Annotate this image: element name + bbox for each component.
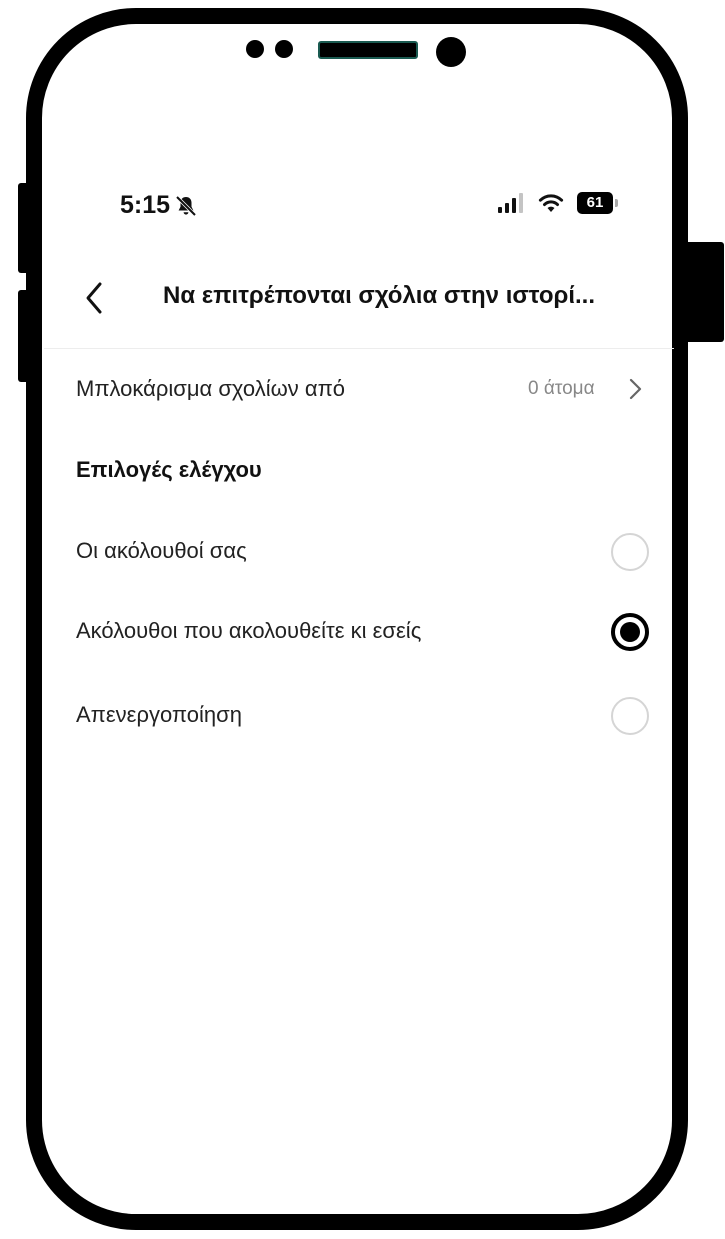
back-button[interactable]: [80, 280, 110, 316]
sensor-dot: [246, 40, 264, 58]
blocked-count-value: 0 άτομα: [528, 378, 595, 399]
chevron-right-icon: [629, 378, 642, 400]
cellular-signal-icon: [498, 193, 523, 213]
wifi-icon: [538, 194, 564, 212]
battery-level: 61: [577, 192, 613, 214]
block-comments-label: Μπλοκάρισμα σχολίων από: [76, 376, 346, 401]
sensor-dot: [275, 40, 293, 58]
option-mutual-followers[interactable]: Ακόλουθοι που ακολουθείτε κι εσείς: [44, 604, 664, 662]
speaker-grille: [318, 41, 418, 59]
battery-tip: [615, 199, 618, 207]
page-title: Να επιτρέπονται σχόλια στην ιστορί...: [163, 282, 595, 309]
bell-muted-icon: [175, 195, 197, 216]
radio-button-selected[interactable]: [611, 613, 649, 651]
option-label: Απενεργοποίηση: [76, 702, 242, 727]
option-label: Οι ακόλουθοί σας: [76, 538, 247, 563]
option-label: Ακόλουθοι που ακολουθείτε κι εσείς: [76, 618, 422, 643]
front-camera: [436, 37, 466, 67]
radio-button[interactable]: [611, 533, 649, 571]
power-button: [684, 242, 724, 342]
radio-button[interactable]: [611, 697, 649, 735]
battery-icon: 61: [577, 192, 618, 214]
header-divider: [44, 348, 674, 349]
chevron-left-icon: [86, 282, 102, 314]
option-followers[interactable]: Οι ακόλουθοί σας: [44, 524, 664, 582]
option-off[interactable]: Απενεργοποίηση: [44, 688, 664, 746]
block-comments-row[interactable]: Μπλοκάρισμα σχολίων από 0 άτομα: [44, 360, 664, 418]
time-label: 5:15: [120, 191, 171, 219]
section-heading: Επιλογές ελέγχου: [76, 457, 262, 482]
status-bar-indicators: 61: [497, 192, 618, 214]
status-bar-time: 5:15: [120, 191, 198, 220]
